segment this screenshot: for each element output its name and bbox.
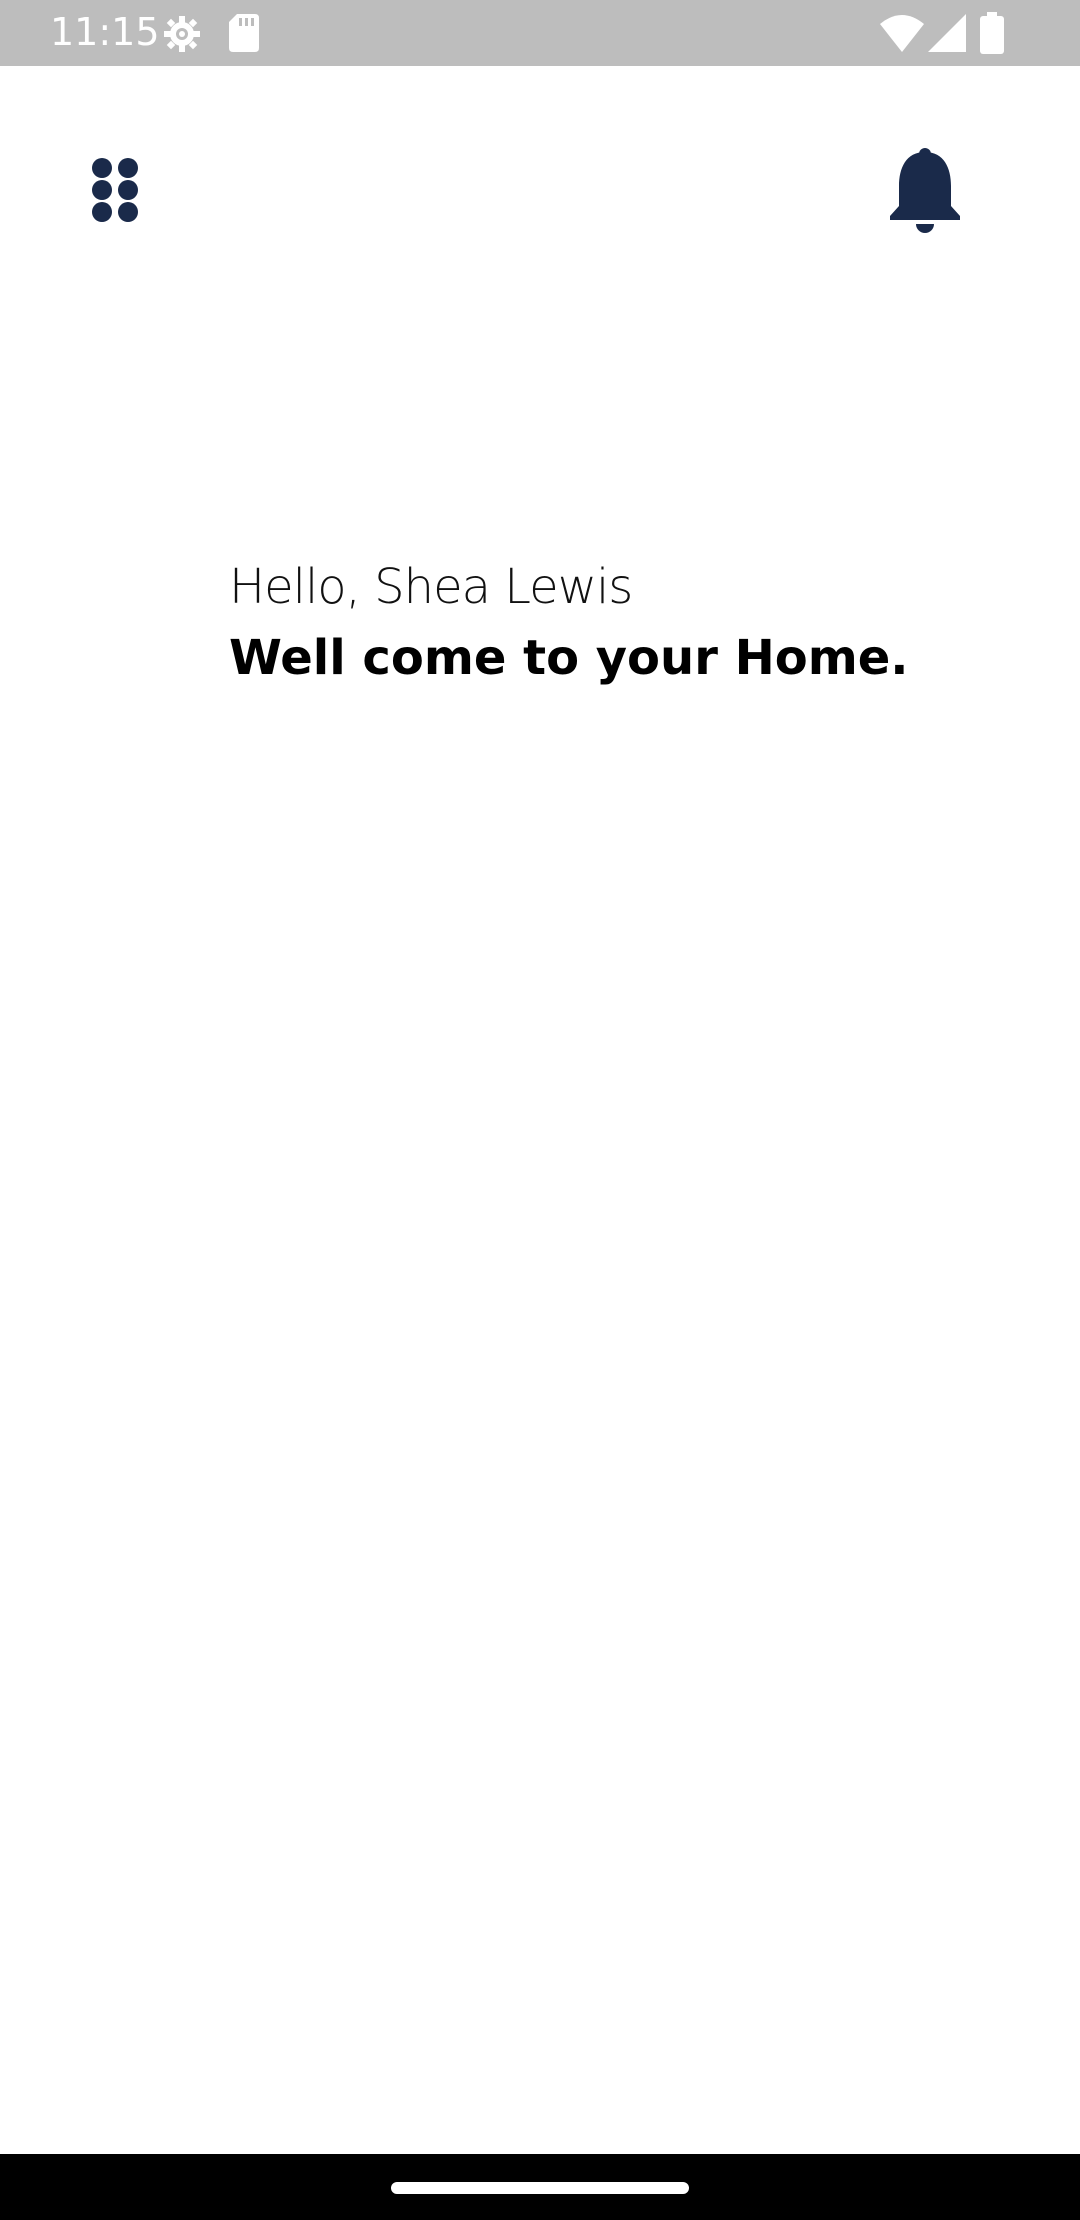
settings-gear-icon bbox=[162, 14, 202, 54]
home-gesture-handle[interactable] bbox=[391, 2182, 689, 2194]
battery-icon bbox=[980, 12, 1004, 54]
bell-icon[interactable] bbox=[880, 140, 970, 236]
sd-card-icon bbox=[229, 14, 259, 52]
cell-signal-icon bbox=[928, 14, 966, 52]
system-nav-bar bbox=[0, 2154, 1080, 2220]
greeting-text: Hello, Shea Lewis bbox=[229, 559, 633, 615]
status-bar: 11:15 bbox=[0, 0, 1080, 66]
status-time: 11:15 bbox=[50, 10, 160, 54]
wifi-icon bbox=[880, 14, 924, 52]
welcome-heading: Well come to your Home. bbox=[229, 630, 909, 686]
grid-dots-menu-icon[interactable] bbox=[80, 140, 148, 236]
